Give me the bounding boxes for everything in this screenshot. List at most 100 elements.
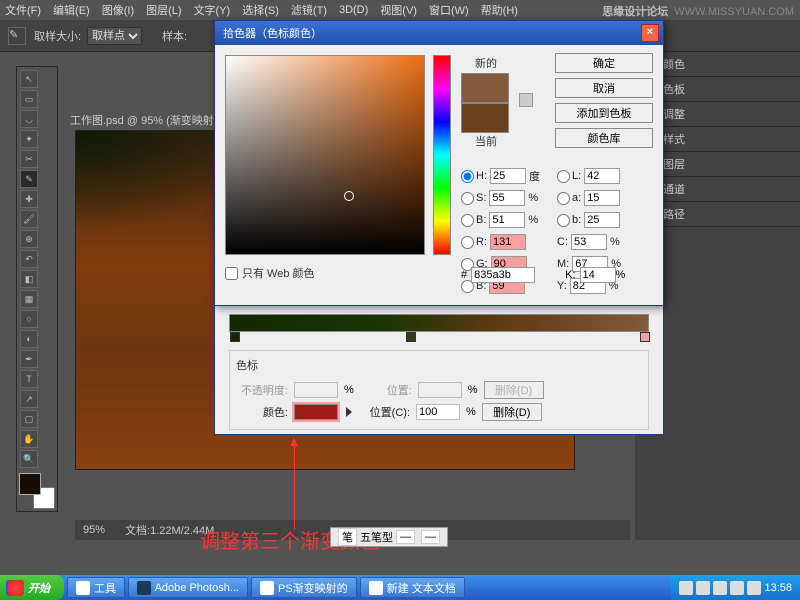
task-doc1[interactable]: PS渐变映射的 [251,577,357,598]
a-input[interactable] [584,190,620,206]
lasso-tool[interactable]: ◡ [20,110,38,128]
lab-b-radio[interactable] [557,214,570,227]
crop-tool[interactable]: ✂ [20,150,38,168]
b-input[interactable] [489,212,525,228]
close-button[interactable]: × [641,24,659,42]
cancel-button[interactable]: 取消 [555,78,653,98]
tray-icon-3[interactable] [713,581,727,595]
shape-tool[interactable]: ▢ [20,410,38,428]
pen-tool[interactable]: ✒ [20,350,38,368]
s-radio[interactable] [461,192,474,205]
tray-icon-4[interactable] [730,581,744,595]
gradient-tool[interactable]: ▦ [20,290,38,308]
gradient-stop-3[interactable] [640,332,650,342]
color-marker[interactable] [344,191,354,201]
k-input[interactable] [580,267,616,283]
clock[interactable]: 13:58 [764,582,792,594]
h-input[interactable] [490,168,526,184]
dialog-titlebar[interactable]: 拾色器（色标颜色） × [215,21,663,45]
menu-file[interactable]: 文件(F) [5,2,41,18]
folder-icon [260,581,274,595]
ime-bar[interactable]: 笔 五笔型 — — [330,527,448,547]
menu-help[interactable]: 帮助(H) [481,2,518,18]
gradient-editor: 色标 不透明度: % 位置: % 删除(D) 颜色: 位置(C): % 删除(D… [214,300,664,435]
folder-icon [76,581,90,595]
menu-image[interactable]: 图像(I) [102,2,134,18]
heal-tool[interactable]: ✚ [20,190,38,208]
zoom-level[interactable]: 95% [83,524,105,536]
color-swatches[interactable] [19,473,55,509]
ok-button[interactable]: 确定 [555,53,653,73]
sample-size-select[interactable]: 取样点 [87,27,142,45]
taskbar: 开始 工具 Adobe Photosh... PS渐变映射的 新建 文本文档 1… [0,575,800,600]
menu-3d[interactable]: 3D(D) [339,4,368,16]
sample-label: 样本: [162,28,187,44]
task-photoshop[interactable]: Adobe Photosh... [128,577,248,598]
ime-seg2[interactable]: — [421,530,440,544]
position2-input[interactable] [416,404,460,420]
s-input[interactable] [489,190,525,206]
cube-icon[interactable] [519,93,533,107]
move-tool[interactable]: ↖ [20,70,38,88]
color-label: 颜色: [236,404,288,420]
position2-label: 位置(C): [358,404,410,420]
eyedropper-tool[interactable]: ✎ [20,170,38,188]
r-input[interactable] [490,234,526,250]
type-tool[interactable]: T [20,370,38,388]
notepad-icon [369,581,383,595]
ime-name: 五笔型 [360,529,393,545]
blur-tool[interactable]: ○ [20,310,38,328]
ime-icon[interactable]: 笔 [338,528,357,546]
tray-icon-2[interactable] [696,581,710,595]
wand-tool[interactable]: ✦ [20,130,38,148]
h-radio[interactable] [461,170,474,183]
task-tools[interactable]: 工具 [67,577,125,598]
b-radio[interactable] [461,214,474,227]
add-swatch-button[interactable]: 添加到色板 [555,103,653,123]
dropdown-arrow-icon[interactable] [346,407,352,417]
menu-type[interactable]: 文字(Y) [194,2,231,18]
lab-b-input[interactable] [584,212,620,228]
c-input[interactable] [571,234,607,250]
stamp-tool[interactable]: ⊕ [20,230,38,248]
hand-tool[interactable]: ✋ [20,430,38,448]
current-color-swatch[interactable] [461,103,509,133]
web-only-check[interactable]: 只有 Web 颜色 [225,265,315,281]
gradient-bar[interactable] [229,314,649,332]
dodge-tool[interactable]: ◐ [20,330,38,348]
a-radio[interactable] [557,192,570,205]
menu-window[interactable]: 窗口(W) [429,2,469,18]
saturation-field[interactable] [225,55,425,255]
delete-color-button[interactable]: 删除(D) [482,403,542,421]
l-radio[interactable] [557,170,570,183]
gradient-stop-2[interactable] [406,332,416,342]
document-tab[interactable]: 工作图.psd @ 95% (渐变映射 [70,112,214,128]
ime-seg1[interactable]: — [396,530,415,544]
stop-color-swatch[interactable] [294,404,338,420]
marquee-tool[interactable]: ▭ [20,90,38,108]
web-only-checkbox[interactable] [225,267,238,280]
l-input[interactable] [584,168,620,184]
menu-layer[interactable]: 图层(L) [146,2,181,18]
system-tray[interactable]: 13:58 [671,575,800,600]
gradient-stop-1[interactable] [230,332,240,342]
zoom-tool[interactable]: 🔍 [20,450,38,468]
menu-view[interactable]: 视图(V) [380,2,417,18]
eraser-tool[interactable]: ◧ [20,270,38,288]
tray-icon-5[interactable] [747,581,761,595]
color-picker-dialog: 拾色器（色标颜色） × 新的 当前 确定 取消 添加到色板 颜色库 [214,20,664,306]
hue-slider[interactable] [433,55,451,255]
r-radio[interactable] [461,236,474,249]
hex-input[interactable] [471,267,535,283]
start-button[interactable]: 开始 [0,575,64,600]
path-tool[interactable]: ↗ [20,390,38,408]
color-lib-button[interactable]: 颜色库 [555,128,653,148]
history-tool[interactable]: ↶ [20,250,38,268]
task-notepad[interactable]: 新建 文本文档 [360,577,465,598]
menu-filter[interactable]: 滤镜(T) [291,2,327,18]
tray-icon-1[interactable] [679,581,693,595]
fg-color[interactable] [19,473,41,495]
brush-tool[interactable]: 🖌 [20,210,38,228]
menu-edit[interactable]: 编辑(E) [53,2,90,18]
menu-select[interactable]: 选择(S) [242,2,279,18]
